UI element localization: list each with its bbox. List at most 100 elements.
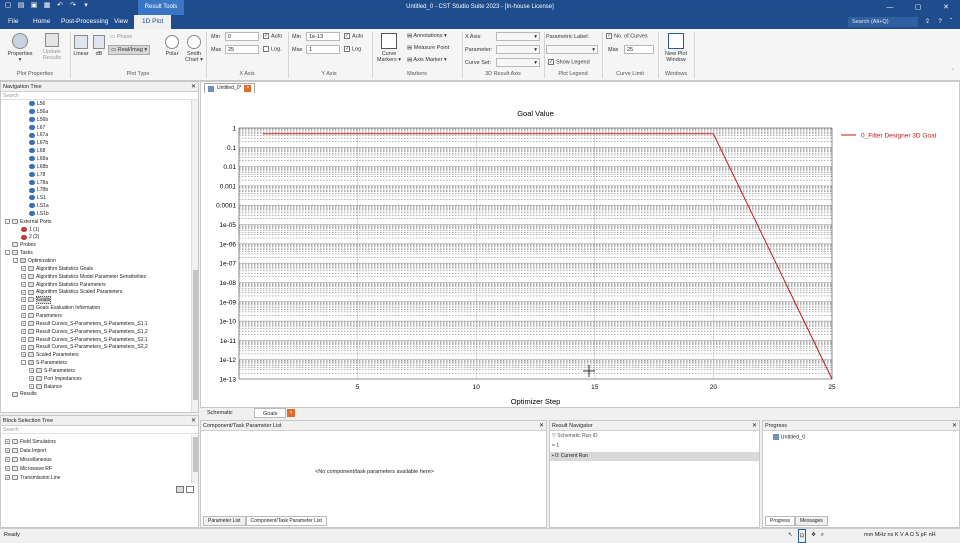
tree-item[interactable]: + Result Curves_S-Parameters_S-Parameters… (21, 336, 148, 344)
x-axis-select[interactable]: ▾ (496, 32, 540, 41)
update-results-button[interactable]: Update Results (38, 33, 66, 61)
block-tree-search[interactable]: Search (1, 426, 198, 434)
maximize-button[interactable]: ▢ (904, 0, 932, 15)
expand-icon[interactable]: + (5, 457, 10, 463)
close-button[interactable]: ✕ (932, 0, 960, 15)
tree-item[interactable]: - Optimization (13, 257, 56, 265)
x-max-input[interactable]: 25 (225, 45, 259, 54)
parameter-select[interactable]: ▾ (496, 45, 540, 54)
list-view-icon[interactable] (186, 486, 194, 493)
tree-item[interactable]: 1 (1) (21, 226, 39, 234)
tree-item[interactable]: - External Ports (5, 218, 51, 226)
curve-set-select[interactable]: ▾ (496, 58, 540, 67)
tree-item[interactable]: L68b (29, 163, 48, 171)
curve-max-input[interactable]: 25 (624, 45, 654, 54)
tab-schematic[interactable]: Schematic (207, 408, 233, 418)
goal-value-chart[interactable]: Goal Value Optimizer Step 5 10 15 20 25 1 0.1 0.0… (201, 82, 959, 407)
search-box[interactable]: Search (Alt+Q) (848, 17, 918, 27)
expand-icon[interactable]: + (29, 383, 34, 389)
tree-item[interactable]: - Tasks (5, 249, 33, 257)
tree-item[interactable]: 2 (2) (21, 233, 39, 241)
expand-icon[interactable]: + (21, 328, 26, 334)
help-icon[interactable]: ? (938, 15, 942, 29)
axis-marker-button[interactable]: ▤ Axis Marker ▾ (407, 57, 447, 63)
real-imag-button[interactable]: ▭ Real/Imag ▾ (108, 45, 151, 55)
tree-item[interactable]: L68a (29, 155, 48, 163)
phase-button[interactable]: ▭ Phase (110, 34, 132, 40)
tree-item[interactable]: + Algorithm Statistics Goals (21, 265, 93, 273)
tree-item[interactable]: + Goals (21, 296, 52, 305)
expand-icon[interactable]: + (21, 297, 26, 303)
block-tree-scrollbar[interactable] (191, 435, 198, 483)
result-navigator-row-current[interactable]: ▪ 0: Current Run (550, 452, 759, 461)
tree-item[interactable]: + Result Curves_S-Parameters_S-Parameters… (21, 320, 148, 328)
tree-item[interactable]: L67a (29, 131, 48, 139)
annotations-button[interactable]: ▤ Annotations ▾ (407, 33, 447, 39)
move-icon[interactable]: ✥ (811, 529, 816, 543)
close-icon[interactable]: ✕ (539, 421, 544, 431)
y-max-input[interactable]: 1 (306, 45, 340, 54)
tree-item[interactable]: L78a (29, 179, 48, 187)
expand-icon[interactable]: + (5, 466, 10, 472)
tree-item[interactable]: LS1a (29, 202, 49, 210)
tab-parameter-list[interactable]: Parameter List (203, 516, 246, 526)
tree-item[interactable]: Probes (5, 241, 36, 249)
close-icon[interactable]: ✕ (191, 82, 196, 92)
menu-file[interactable]: File (8, 15, 18, 29)
tab-progress[interactable]: Progress (765, 516, 796, 526)
expand-icon[interactable]: + (21, 289, 26, 295)
result-navigator-column-header[interactable]: ▽ Schematic Run ID (552, 433, 598, 439)
block-tree-item[interactable]: + Miscellaneous (5, 456, 52, 464)
tree-item[interactable]: + Algorithm Statistics Scaled Parameters (21, 288, 122, 296)
tree-item[interactable]: L78 (29, 171, 45, 179)
new-plot-window-button[interactable]: New Plot Window (661, 33, 691, 63)
progress-item[interactable]: Untitled_0 (773, 434, 805, 440)
collapse-icon[interactable]: - (21, 360, 26, 366)
close-tab-icon[interactable]: × (244, 85, 252, 92)
block-tree-item[interactable]: + Microwave RF (5, 465, 52, 473)
expand-icon[interactable]: + (21, 266, 26, 272)
tab-goals[interactable]: Goals (254, 408, 287, 418)
collapse-icon[interactable]: - (5, 250, 10, 256)
polar-button[interactable]: Polar (162, 35, 182, 57)
y-auto-checkbox[interactable]: ✓ Auto (344, 33, 363, 39)
minimize-button[interactable]: — (876, 0, 904, 15)
expand-icon[interactable]: + (21, 305, 26, 311)
magnifier-icon[interactable]: ⌕ (821, 529, 824, 543)
expand-icon[interactable]: + (21, 273, 26, 279)
x-log-checkbox[interactable]: Log. (263, 46, 282, 52)
tree-item[interactable]: Results (5, 390, 37, 398)
tree-item[interactable]: + Result Curves_S-Parameters_S-Parameters… (21, 328, 148, 336)
tree-item[interactable]: LS1b (29, 210, 49, 218)
tree-item[interactable]: L56 (29, 100, 45, 108)
tree-item[interactable]: L56a (29, 108, 48, 116)
expand-icon[interactable]: + (5, 439, 10, 445)
expand-icon[interactable]: + (21, 320, 26, 326)
expand-icon[interactable]: + (21, 281, 26, 287)
tab-component-task-parameter-list[interactable]: Component/Task Parameter List (245, 516, 327, 526)
expand-icon[interactable]: + (21, 336, 26, 342)
tree-item[interactable]: L78b (29, 186, 48, 194)
tree-item[interactable]: + Port Impedances (29, 375, 82, 383)
tree-item[interactable]: + Result Curves_S-Parameters_S-Parameters… (21, 343, 148, 351)
block-tree-item[interactable]: + Field Simulators (5, 438, 56, 446)
expand-icon[interactable]: + (5, 448, 10, 454)
close-icon[interactable]: ✕ (752, 421, 757, 431)
show-legend-checkbox[interactable]: ✓ Show Legend (548, 59, 590, 65)
tree-item[interactable]: + Algorithm Statistics Parameters (21, 281, 106, 289)
curve-markers-button[interactable]: Curve Markers ▾ (375, 33, 403, 63)
expand-icon[interactable]: + (21, 344, 26, 350)
tree-item[interactable]: + Algorithm Statistics Model Parameter Se… (21, 273, 146, 281)
nav-tree-scrollbar[interactable] (191, 100, 198, 412)
close-icon[interactable]: ✕ (952, 421, 957, 431)
menu-1d-plot[interactable]: 1D Plot (134, 15, 172, 29)
tree-item[interactable]: L56b (29, 116, 48, 124)
tab-messages[interactable]: Messages (795, 516, 828, 526)
collapse-icon[interactable]: - (5, 218, 10, 224)
grid-view-icon[interactable] (176, 486, 184, 493)
tree-item[interactable]: + S-Parameters (29, 367, 75, 375)
linear-button[interactable]: Linear (72, 35, 90, 57)
measure-point-button[interactable]: ▤ Measure Point (407, 45, 449, 51)
expand-icon[interactable]: + (29, 368, 34, 374)
scrollbar-thumb[interactable] (193, 270, 198, 400)
